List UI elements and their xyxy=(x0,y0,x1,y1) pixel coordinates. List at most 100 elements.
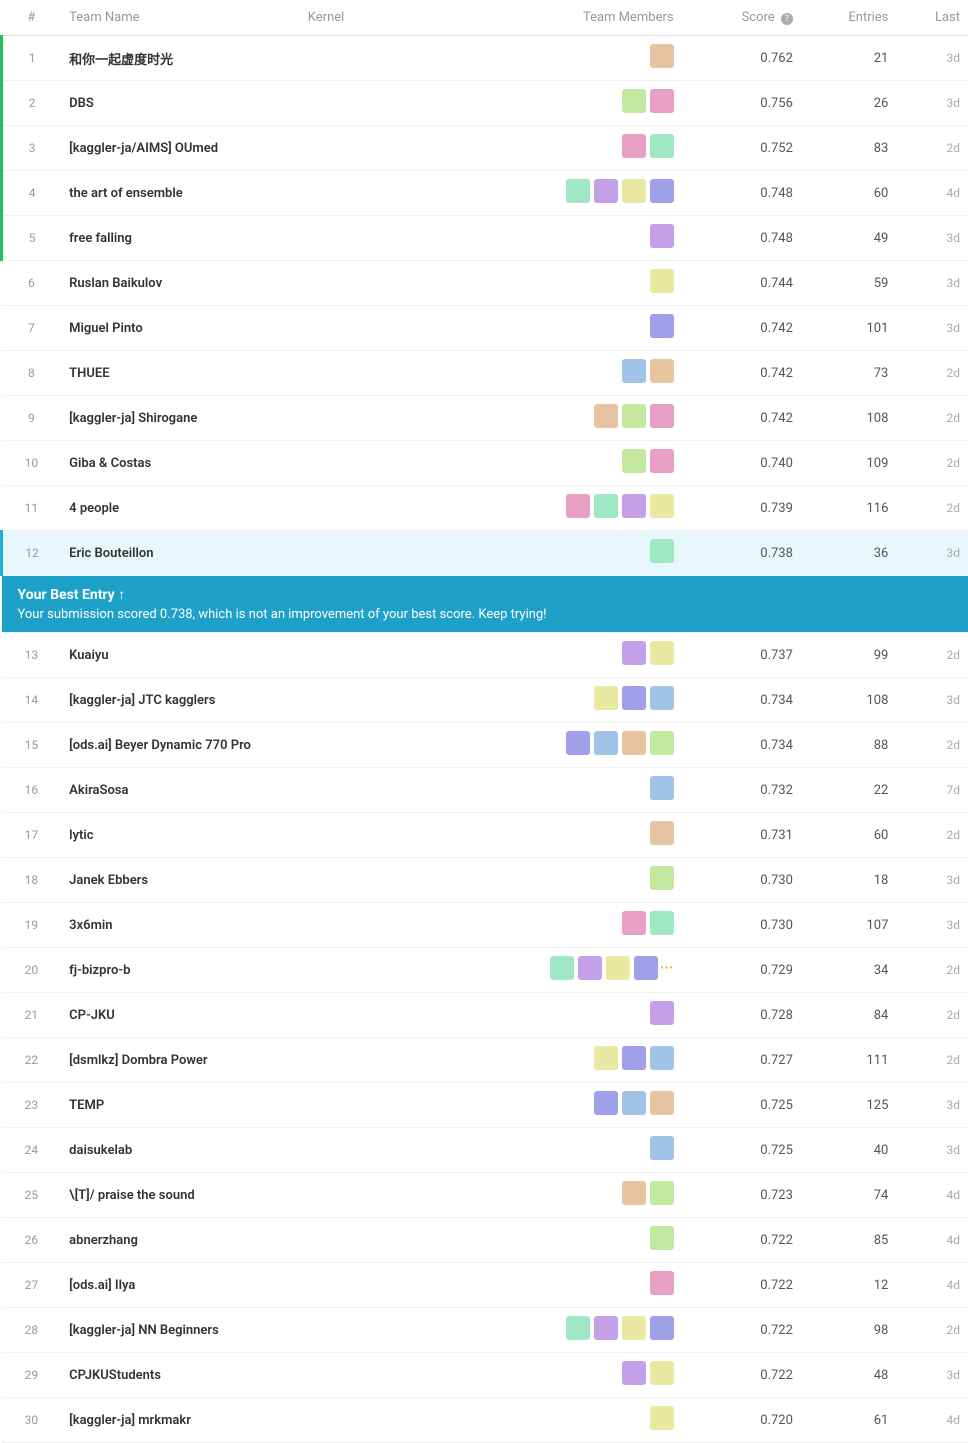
score-cell: 0.742 xyxy=(682,351,801,396)
avatar xyxy=(650,1181,674,1205)
team-name-cell[interactable]: [kaggler-ja] mrkmakr xyxy=(61,1398,300,1443)
members-cell xyxy=(443,903,682,948)
table-row[interactable]: 1和你一起虚度时光0.762213d xyxy=(2,36,968,81)
avatar xyxy=(606,956,630,980)
entries-cell: 99 xyxy=(801,633,896,678)
team-name-cell[interactable]: lytic xyxy=(61,813,300,858)
avatar-group xyxy=(620,359,674,383)
team-name-cell[interactable]: Giba & Costas xyxy=(61,441,300,486)
team-name-cell[interactable]: 4 people xyxy=(61,486,300,531)
kernel-cell xyxy=(300,81,443,126)
members-cell xyxy=(443,171,682,216)
team-name-cell[interactable]: AkiraSosa xyxy=(61,768,300,813)
kernel-cell xyxy=(300,633,443,678)
table-row[interactable]: 8THUEE0.742732d xyxy=(2,351,968,396)
table-row[interactable]: 10Giba & Costas0.7401092d xyxy=(2,441,968,486)
table-row[interactable]: 23TEMP0.7251253d xyxy=(2,1083,968,1128)
team-name-cell[interactable]: 3x6min xyxy=(61,903,300,948)
members-cell xyxy=(443,1128,682,1173)
avatar xyxy=(650,89,674,113)
members-cell xyxy=(443,858,682,903)
members-cell xyxy=(443,36,682,81)
table-row[interactable]: 17lytic0.731602d xyxy=(2,813,968,858)
kernel-cell xyxy=(300,813,443,858)
team-name-cell[interactable]: [kaggler-ja/AIMS] OUmed xyxy=(61,126,300,171)
avatar xyxy=(650,1361,674,1385)
table-row[interactable]: 25\[T]/ praise the sound0.723744d xyxy=(2,1173,968,1218)
table-row[interactable]: 114 people0.7391162d xyxy=(2,486,968,531)
team-name-cell[interactable]: Miguel Pinto xyxy=(61,306,300,351)
table-row[interactable]: 4the art of ensemble0.748604d xyxy=(2,171,968,216)
team-name-cell[interactable]: Ruslan Baikulov xyxy=(61,261,300,306)
avatar xyxy=(650,776,674,800)
team-name-cell[interactable]: the art of ensemble xyxy=(61,171,300,216)
team-name-cell[interactable]: Kuaiyu xyxy=(61,633,300,678)
last-cell: 2d xyxy=(896,126,968,171)
team-name-cell[interactable]: TEMP xyxy=(61,1083,300,1128)
table-row[interactable]: 5free falling0.748493d xyxy=(2,216,968,261)
table-row[interactable]: 12Eric Bouteillon0.738363d xyxy=(2,531,968,576)
rank-cell: 9 xyxy=(2,396,62,441)
rank-cell: 7 xyxy=(2,306,62,351)
table-row[interactable]: 27[ods.ai] Ilya0.722124d xyxy=(2,1263,968,1308)
avatar-group xyxy=(620,1181,674,1205)
last-cell: 3d xyxy=(896,1128,968,1173)
table-row[interactable]: 29CPJKUStudents0.722483d xyxy=(2,1353,968,1398)
team-name-cell[interactable]: fj-bizpro-b xyxy=(61,948,300,993)
members-cell xyxy=(443,1398,682,1443)
table-row[interactable]: 193x6min0.7301073d xyxy=(2,903,968,948)
kernel-cell xyxy=(300,993,443,1038)
table-row[interactable]: 22[dsmlkz] Dombra Power0.7271112d xyxy=(2,1038,968,1083)
table-row[interactable]: 2DBS0.756263d xyxy=(2,81,968,126)
team-name-cell[interactable]: 和你一起虚度时光 xyxy=(61,36,300,81)
table-row[interactable]: 3[kaggler-ja/AIMS] OUmed0.752832d xyxy=(2,126,968,171)
table-row[interactable]: 28[kaggler-ja] NN Beginners0.722982d xyxy=(2,1308,968,1353)
table-row[interactable]: 24daisukelab0.725403d xyxy=(2,1128,968,1173)
last-cell: 2d xyxy=(896,396,968,441)
rank-cell: 28 xyxy=(2,1308,62,1353)
last-cell: 2d xyxy=(896,813,968,858)
entries-cell: 109 xyxy=(801,441,896,486)
team-name-cell[interactable]: [kaggler-ja] JTC kagglers xyxy=(61,678,300,723)
entries-cell: 125 xyxy=(801,1083,896,1128)
team-name-cell[interactable]: CPJKUStudents xyxy=(61,1353,300,1398)
avatar xyxy=(650,1406,674,1430)
rank-cell: 12 xyxy=(2,531,62,576)
table-row[interactable]: 26abnerzhang0.722854d xyxy=(2,1218,968,1263)
table-row[interactable]: 14[kaggler-ja] JTC kagglers0.7341083d xyxy=(2,678,968,723)
avatar-group: ••• xyxy=(548,956,673,980)
table-row[interactable]: 6Ruslan Baikulov0.744593d xyxy=(2,261,968,306)
table-row[interactable]: 9[kaggler-ja] Shirogane0.7421082d xyxy=(2,396,968,441)
table-row[interactable]: 15[ods.ai] Beyer Dynamic 770 Pro0.734882… xyxy=(2,723,968,768)
team-name-cell[interactable]: [kaggler-ja] Shirogane xyxy=(61,396,300,441)
kernel-cell xyxy=(300,1398,443,1443)
team-name-cell[interactable]: daisukelab xyxy=(61,1128,300,1173)
table-row[interactable]: 13Kuaiyu0.737992d xyxy=(2,633,968,678)
team-name-cell[interactable]: [kaggler-ja] NN Beginners xyxy=(61,1308,300,1353)
score-info-icon[interactable]: ? xyxy=(781,13,793,25)
table-row[interactable]: 20fj-bizpro-b•••0.729342d xyxy=(2,948,968,993)
kernel-cell xyxy=(300,36,443,81)
table-row[interactable]: 30[kaggler-ja] mrkmakr0.720614d xyxy=(2,1398,968,1443)
team-name-cell[interactable]: Janek Ebbers xyxy=(61,858,300,903)
team-name-cell[interactable]: free falling xyxy=(61,216,300,261)
rank-cell: 4 xyxy=(2,171,62,216)
team-name-cell[interactable]: abnerzhang xyxy=(61,1218,300,1263)
table-row[interactable]: 18Janek Ebbers0.730183d xyxy=(2,858,968,903)
entries-cell: 88 xyxy=(801,723,896,768)
team-name-cell[interactable]: \[T]/ praise the sound xyxy=(61,1173,300,1218)
table-row[interactable]: 16AkiraSosa0.732227d xyxy=(2,768,968,813)
team-name-cell[interactable]: CP-JKU xyxy=(61,993,300,1038)
team-name-cell[interactable]: DBS xyxy=(61,81,300,126)
team-name-cell[interactable]: Eric Bouteillon xyxy=(61,531,300,576)
team-name-cell[interactable]: [ods.ai] Ilya xyxy=(61,1263,300,1308)
table-row[interactable]: 7Miguel Pinto0.7421013d xyxy=(2,306,968,351)
table-row[interactable]: 21CP-JKU0.728842d xyxy=(2,993,968,1038)
team-name-cell[interactable]: THUEE xyxy=(61,351,300,396)
members-cell xyxy=(443,1218,682,1263)
last-cell: 3d xyxy=(896,1353,968,1398)
avatar xyxy=(650,731,674,755)
last-cell: 3d xyxy=(896,678,968,723)
team-name-cell[interactable]: [dsmlkz] Dombra Power xyxy=(61,1038,300,1083)
team-name-cell[interactable]: [ods.ai] Beyer Dynamic 770 Pro xyxy=(61,723,300,768)
